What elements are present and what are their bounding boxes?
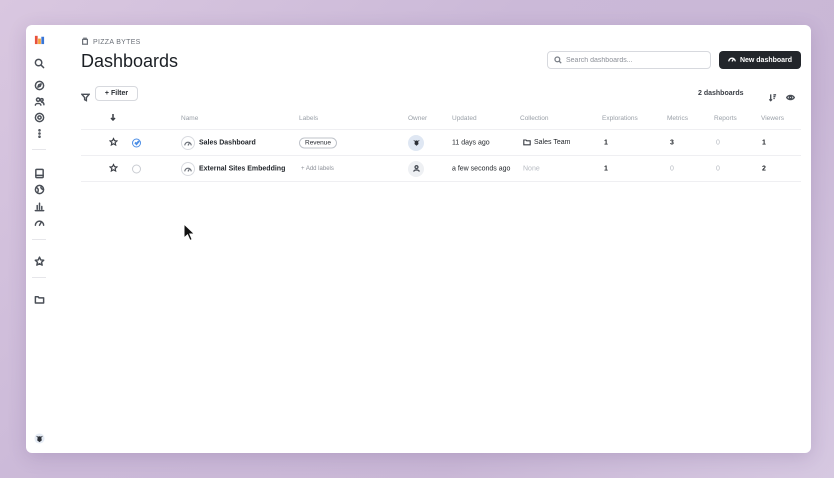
- users-icon[interactable]: [33, 95, 45, 107]
- org-breadcrumb[interactable]: PIZZA BYTES: [81, 37, 141, 47]
- dashboard-icon: [181, 135, 195, 150]
- org-name: PIZZA BYTES: [93, 38, 141, 46]
- collection-none: None: [523, 165, 540, 172]
- star-icon[interactable]: [108, 136, 119, 148]
- dashboard-icon: [181, 161, 195, 176]
- star-icon[interactable]: [33, 255, 45, 267]
- viewers-count: 1: [762, 139, 766, 146]
- collection-cell[interactable]: Sales Team: [523, 138, 570, 148]
- row-menu-icon[interactable]: ⋮: [808, 137, 811, 148]
- compass-icon[interactable]: [33, 79, 45, 91]
- avatar[interactable]: [33, 432, 45, 444]
- dashboard-name[interactable]: Sales Dashboard: [199, 139, 256, 146]
- table-header: Name Labels Owner Updated Collection Exp…: [81, 113, 801, 127]
- collection-name: Sales Team: [534, 139, 571, 146]
- filter-icon[interactable]: [80, 89, 91, 102]
- plus-icon: +: [104, 90, 109, 97]
- add-labels-button[interactable]: + Add labels: [301, 166, 334, 172]
- chart-icon[interactable]: [33, 200, 45, 212]
- star-icon[interactable]: [108, 162, 119, 174]
- page-title: Dashboards: [81, 51, 179, 71]
- col-name[interactable]: Name: [181, 115, 198, 122]
- row-menu-icon[interactable]: ⋮: [808, 163, 811, 174]
- updated-time: a few seconds ago: [452, 165, 511, 172]
- side-rail: [26, 25, 52, 453]
- explorations-count: 1: [604, 139, 608, 146]
- dashboard-count: 2 dashboards: [698, 90, 744, 97]
- updated-time: 11 days ago: [452, 139, 490, 146]
- explorations-count: 1: [604, 165, 608, 172]
- search-input[interactable]: [566, 56, 706, 64]
- dashboard-name[interactable]: External Sites Embedding: [199, 165, 285, 172]
- more-icon[interactable]: [33, 127, 45, 139]
- search-box[interactable]: [547, 51, 711, 69]
- label-pill[interactable]: Revenue: [299, 137, 338, 148]
- col-labels[interactable]: Labels: [299, 115, 318, 122]
- col-explorations[interactable]: Explorations: [602, 115, 638, 122]
- table-row[interactable]: External Sites Embedding + Add labels a …: [81, 155, 811, 181]
- col-owner[interactable]: Owner: [408, 115, 427, 122]
- divider: [81, 181, 801, 182]
- reports-count: 0: [716, 165, 720, 172]
- sort-arrow-icon[interactable]: [109, 113, 117, 123]
- folder-icon: [523, 138, 531, 148]
- filter-button[interactable]: + Filter: [95, 86, 138, 101]
- sort-icon[interactable]: [768, 89, 777, 107]
- app-window: PIZZA BYTES Dashboards New dashboard + F…: [26, 25, 811, 453]
- col-metrics[interactable]: Metrics: [667, 115, 688, 122]
- metrics-count: 0: [670, 165, 674, 172]
- metrics-count: 3: [670, 139, 674, 146]
- viewers-count: 2: [762, 165, 766, 172]
- owner-avatar[interactable]: [408, 134, 424, 151]
- building-icon: [81, 37, 89, 47]
- col-updated[interactable]: Updated: [452, 115, 477, 122]
- filter-label: Filter: [110, 90, 129, 97]
- table-row[interactable]: Sales Dashboard Revenue 11 days ago Sale…: [81, 129, 811, 155]
- owner-generic-user-icon[interactable]: [408, 160, 424, 177]
- new-dashboard-button[interactable]: New dashboard: [719, 51, 801, 69]
- globe-icon[interactable]: [33, 183, 45, 195]
- gauge-icon: [728, 55, 736, 65]
- mouse-cursor-icon: [183, 222, 196, 247]
- reports-count: 0: [716, 139, 720, 146]
- logo-icon[interactable]: [33, 33, 45, 45]
- col-viewers[interactable]: Viewers: [761, 115, 784, 122]
- col-collection[interactable]: Collection: [520, 115, 549, 122]
- search-icon[interactable]: [33, 57, 45, 69]
- col-reports[interactable]: Reports: [714, 115, 737, 122]
- row-checkbox[interactable]: [132, 138, 141, 147]
- gauge-icon[interactable]: [33, 216, 45, 228]
- folder-icon[interactable]: [33, 293, 45, 305]
- book-icon[interactable]: [33, 167, 45, 179]
- eye-icon[interactable]: [785, 89, 796, 107]
- target-icon[interactable]: [33, 111, 45, 123]
- new-dashboard-label: New dashboard: [739, 56, 793, 64]
- row-checkbox[interactable]: [132, 164, 141, 173]
- search-icon: [554, 51, 562, 69]
